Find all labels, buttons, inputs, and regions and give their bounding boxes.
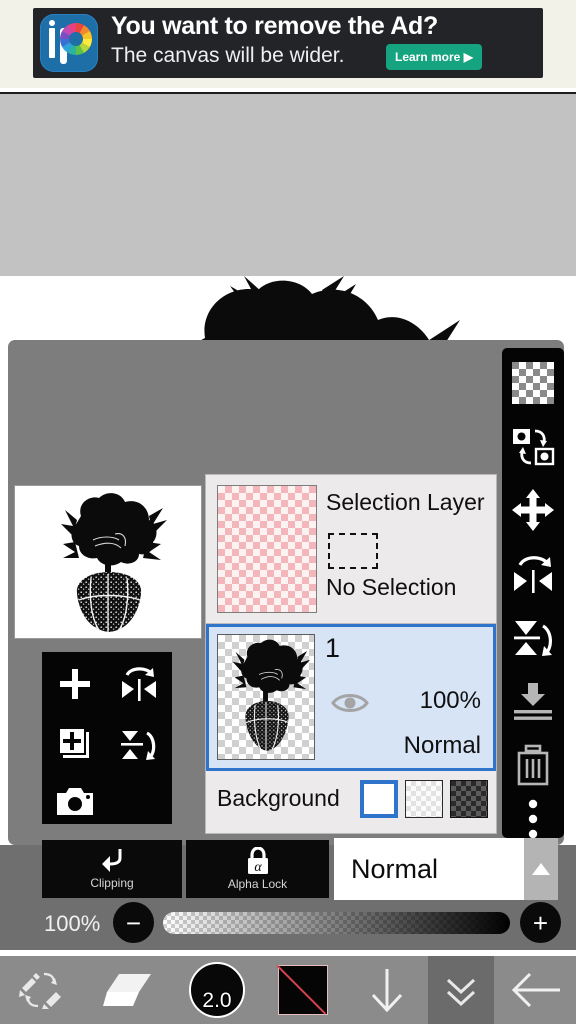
- rotate-flip-horizontal-icon: [514, 556, 552, 593]
- flip-horizontal-icon: [122, 667, 156, 701]
- quick-tool-panel: [42, 652, 172, 824]
- back-button[interactable]: [498, 956, 576, 1024]
- background-swatch-white[interactable]: [360, 780, 398, 818]
- eye-icon: [331, 694, 369, 712]
- layer-controls-panel: Clipping α Alpha Lock Normal 100% − +: [0, 838, 576, 950]
- blend-mode-value: Normal: [351, 853, 439, 884]
- flip-vertical-layer-button[interactable]: [502, 607, 564, 669]
- blend-mode-expand-button[interactable]: [524, 838, 558, 900]
- flip-horizontal-layer-button[interactable]: [502, 543, 564, 605]
- minus-icon: −: [125, 907, 142, 938]
- arrow-left-icon: [511, 972, 560, 1008]
- selection-layer-thumbnail[interactable]: [217, 485, 317, 613]
- merge-down-icon: [514, 683, 552, 720]
- layer-row-selection[interactable]: Selection Layer No Selection: [206, 475, 496, 624]
- layer-right-toolbar: [502, 348, 564, 839]
- blend-mode-select[interactable]: Normal: [334, 838, 524, 900]
- move-arrows-icon: [512, 489, 554, 531]
- selection-layer-status: No Selection: [326, 574, 457, 600]
- clipping-button[interactable]: Clipping: [42, 840, 182, 898]
- checkerboard-icon: [512, 362, 554, 404]
- camera-button[interactable]: [44, 772, 106, 832]
- alpha-lock-button[interactable]: α Alpha Lock: [186, 840, 329, 898]
- canvas-preview-thumbnail[interactable]: [14, 485, 202, 639]
- background-label: Background: [217, 785, 340, 811]
- background-swatch-group: [360, 780, 488, 818]
- brush-eraser-swap-button[interactable]: [0, 956, 82, 1024]
- layer-1-blend-mode: Normal: [403, 732, 481, 759]
- trash-icon: [517, 744, 549, 786]
- move-layer-button[interactable]: [502, 479, 564, 541]
- add-layer-button[interactable]: [44, 654, 106, 714]
- duplicate-layer-button[interactable]: [44, 714, 106, 774]
- ad-banner[interactable]: You want to remove the Ad? The canvas wi…: [33, 8, 543, 78]
- plus-icon: [60, 669, 90, 699]
- opacity-value-label: 100%: [44, 911, 101, 936]
- background-swatch-dark-checker[interactable]: [450, 780, 488, 818]
- flip-vertical-button[interactable]: [108, 714, 170, 774]
- layer-row-background[interactable]: Background: [206, 771, 496, 827]
- ad-banner-container: You want to remove the Ad? The canvas wi…: [0, 0, 576, 88]
- more-vertical-icon: [528, 799, 538, 839]
- duplicate-layer-icon: [58, 727, 89, 758]
- layer-1-name: 1: [325, 633, 341, 663]
- canvas-top-strip: [0, 92, 576, 278]
- arrow-down-icon: [371, 969, 403, 1013]
- alpha-lock-icon: α: [247, 847, 268, 875]
- clipping-arrow-icon: [102, 849, 122, 872]
- ibispaint-logo-icon: [40, 14, 98, 72]
- flip-horizontal-button[interactable]: [108, 654, 170, 714]
- layer-1-thumbnail-art: [232, 639, 311, 751]
- opacity-control-row: 100% − +: [0, 902, 576, 950]
- selection-layer-title: Selection Layer: [326, 489, 485, 515]
- dashed-rectangle-icon: [328, 533, 378, 569]
- ad-headline: You want to remove the Ad?: [111, 12, 438, 40]
- download-button[interactable]: [348, 956, 426, 1024]
- eraser-icon: [103, 974, 151, 1006]
- svg-text:α: α: [254, 860, 262, 875]
- transparency-checker-button[interactable]: [502, 352, 564, 414]
- plus-icon: +: [532, 907, 549, 938]
- layer-1-thumbnail[interactable]: [217, 634, 315, 760]
- layer-list[interactable]: Selection Layer No Selection 1 100% Norm…: [205, 474, 497, 834]
- brush-size-icon: 2.0: [189, 962, 245, 1018]
- camera-icon: [57, 788, 93, 815]
- triangle-up-icon: [532, 863, 550, 875]
- eraser-button[interactable]: [88, 956, 170, 1024]
- alpha-lock-label: Alpha Lock: [227, 877, 288, 891]
- double-chevron-down-icon: [446, 978, 476, 1007]
- swap-layers-button[interactable]: [502, 416, 564, 478]
- layer-1-visibility-toggle[interactable]: [331, 691, 369, 715]
- brush-size-value: 2.0: [202, 989, 232, 1012]
- brush-eraser-swap-icon: [19, 972, 61, 1009]
- collapse-panel-button[interactable]: [428, 956, 494, 1024]
- delete-layer-button[interactable]: [502, 734, 564, 796]
- merge-down-button[interactable]: [502, 670, 564, 732]
- flip-vertical-icon: [121, 731, 156, 760]
- color-swatch-icon: [278, 965, 328, 1015]
- bottom-toolbar: 2.0: [0, 956, 576, 1024]
- background-swatch-light-checker[interactable]: [405, 780, 443, 818]
- color-button[interactable]: [262, 956, 344, 1024]
- opacity-decrease-button[interactable]: −: [113, 902, 154, 943]
- clipping-label: Clipping: [90, 876, 134, 890]
- app-root: You want to remove the Ad? The canvas wi…: [0, 0, 576, 1024]
- opacity-slider-track[interactable]: [163, 912, 510, 934]
- preview-artwork: [61, 493, 167, 632]
- swap-layers-icon: [513, 429, 555, 466]
- opacity-increase-button[interactable]: +: [520, 902, 561, 943]
- rotate-flip-vertical-icon: [514, 621, 552, 656]
- brush-size-button[interactable]: 2.0: [176, 956, 258, 1024]
- layer-row-1[interactable]: 1 100% Normal: [206, 624, 496, 771]
- ad-learn-more-button[interactable]: Learn more ▶: [386, 44, 482, 70]
- layer-1-opacity: 100%: [419, 687, 481, 714]
